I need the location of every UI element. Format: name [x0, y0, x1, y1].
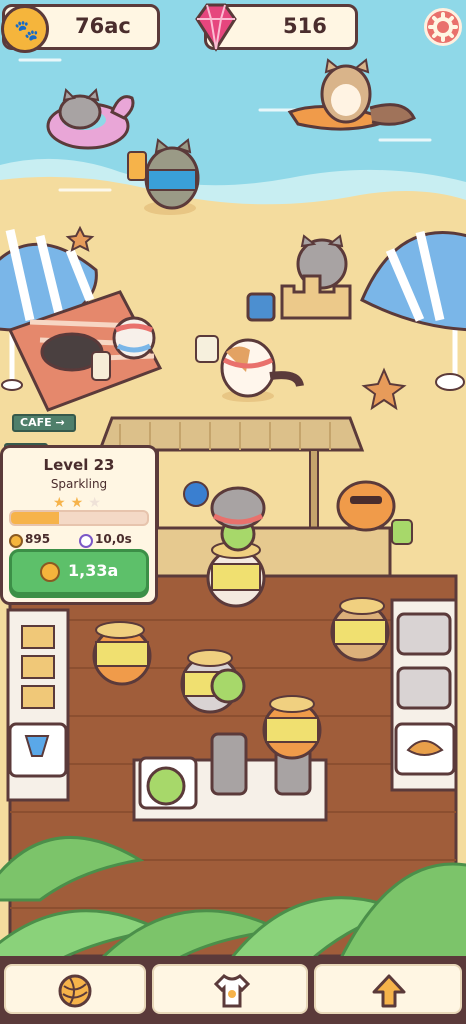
coins-per-serve: 895 — [25, 532, 51, 546]
bottom-nav-bar — [0, 956, 466, 1024]
paw-coin-icon: 🐾 — [1, 5, 49, 53]
station-name: Sparkling — [50, 477, 108, 491]
cat-staff-front[interactable] — [262, 695, 322, 760]
star-filled-icon: ★ — [70, 495, 84, 511]
game-scene: CAFE → ← BE 🐾 76ac 516 Level 23 Sparklin… — [0, 0, 466, 1024]
gem-counter[interactable]: 516 — [195, 3, 358, 52]
star-filled-icon: ★ — [53, 495, 66, 511]
cafe-sign-label: CAFE — [20, 416, 52, 429]
station-stars: ★ ★ ★ — [53, 492, 101, 511]
settings-button[interactable] — [424, 8, 462, 46]
toaster-oven-2[interactable] — [396, 666, 452, 710]
cat-staff-right[interactable] — [330, 597, 390, 662]
coin-amount: 76ac — [75, 14, 131, 38]
coin-icon — [40, 562, 60, 582]
coin-icon — [9, 534, 23, 548]
gem-amount: 516 — [283, 14, 327, 38]
upgrade-button[interactable]: 1,33a — [9, 549, 149, 595]
gear-icon — [428, 12, 458, 42]
pink-gem-icon — [195, 3, 237, 52]
cafe-sign: CAFE → — [12, 414, 76, 432]
level-progress-fill — [11, 512, 59, 524]
toaster-oven-1[interactable] — [396, 612, 452, 656]
station-info-panel: Level 23 Sparkling ★ ★ ★ 895 10,0s 1,33a — [0, 445, 158, 605]
star-empty-icon: ★ — [88, 495, 101, 511]
blender-1[interactable] — [210, 732, 248, 796]
bottom-nav-outfit-button[interactable] — [152, 964, 308, 1014]
yarn-ball-icon — [58, 974, 92, 1008]
cat-staff-left[interactable] — [92, 621, 152, 686]
up-arrow-icon — [372, 974, 406, 1008]
bottom-nav-yarn-button[interactable] — [4, 964, 146, 1014]
clock-icon — [79, 534, 93, 548]
coin-counter[interactable]: 🐾 76ac — [1, 4, 160, 53]
t-shirt-icon — [213, 974, 251, 1008]
upgrade-cost: 1,33a — [68, 561, 119, 580]
serve-time: 10,0s — [95, 532, 132, 546]
station-level: Level 23 — [43, 456, 115, 474]
level-progress-bar — [9, 510, 149, 526]
bottom-nav-upgrade-button[interactable] — [314, 964, 462, 1014]
